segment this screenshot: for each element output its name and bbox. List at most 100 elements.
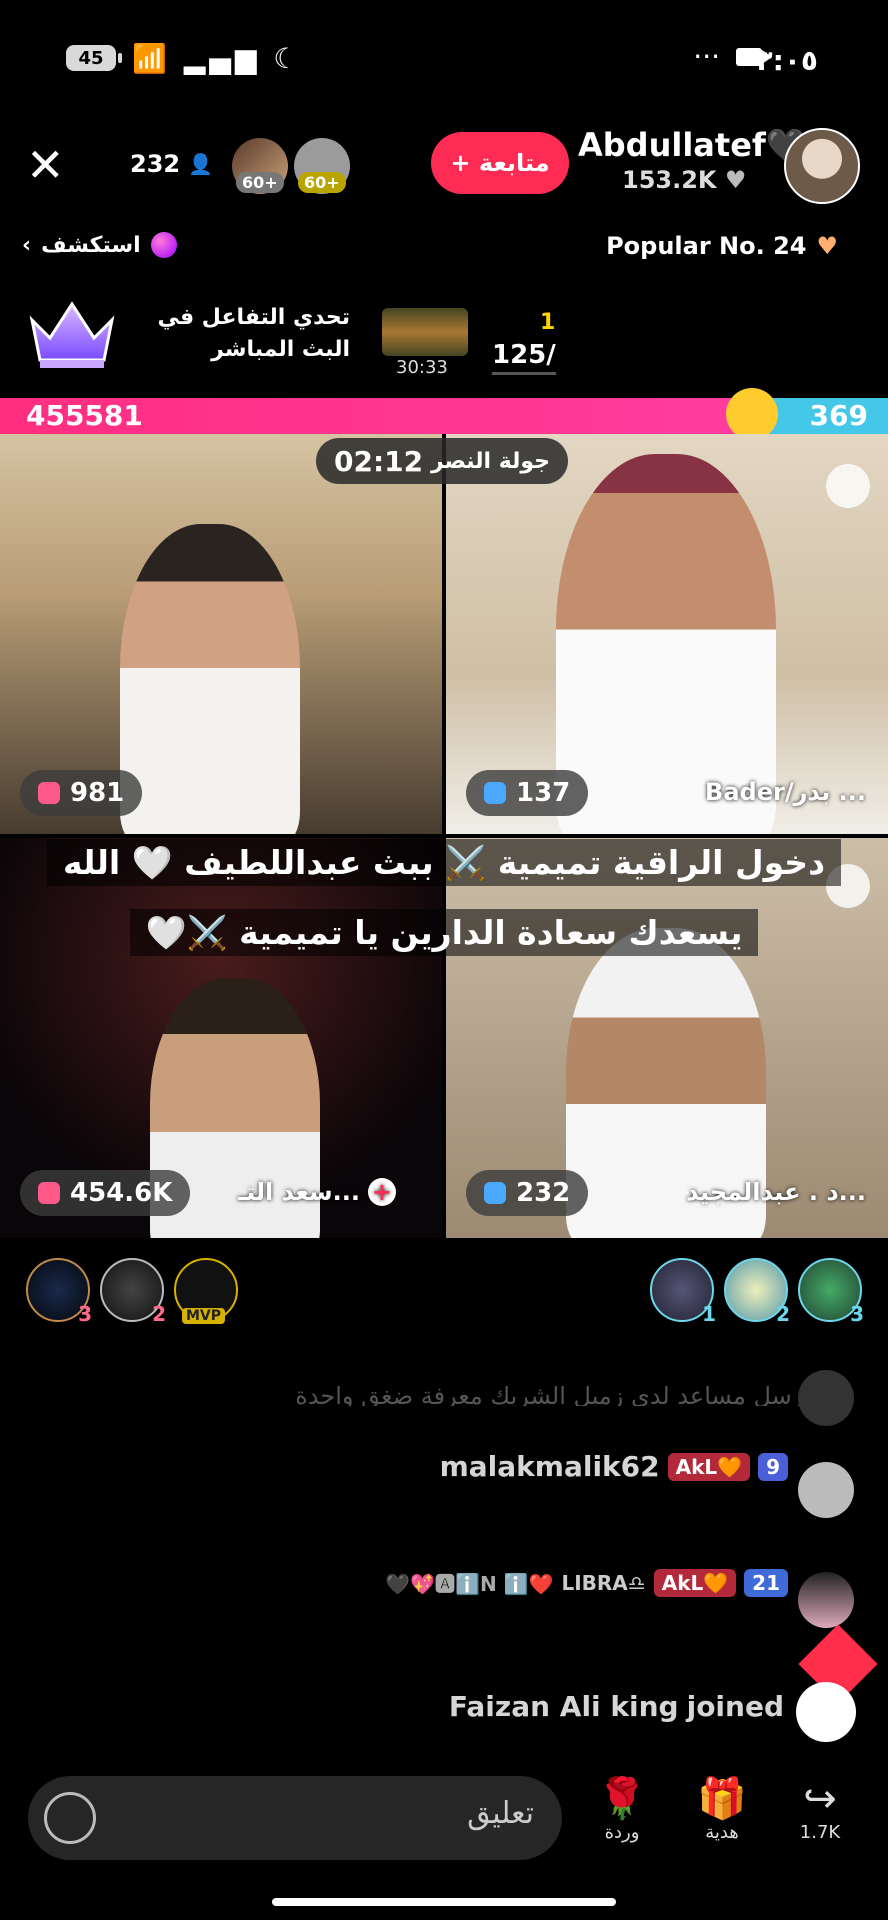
guest-name-row[interactable]: سعد التـ... + <box>238 1178 396 1206</box>
host-name[interactable]: Abdullatef🖤 <box>578 126 806 164</box>
comment-avatar[interactable] <box>798 1572 854 1628</box>
guest-score: 981 <box>70 778 125 808</box>
guest-video <box>120 524 300 834</box>
heart-icon: ♥ <box>724 166 747 194</box>
guest-score: 137 <box>516 778 571 808</box>
popular-rank[interactable]: Popular No. 24 ♥ <box>606 232 838 260</box>
rank-avatar[interactable]: 2 <box>724 1258 790 1326</box>
comment-row[interactable]: malakmalik62 AkL🧡 9 <box>440 1450 788 1483</box>
joined-user: Faizan Ali king <box>448 1690 679 1723</box>
host-avatar[interactable] <box>784 128 860 204</box>
challenge-count-total: 125/ <box>492 340 556 375</box>
rank-avatar[interactable]: 2 <box>100 1258 166 1326</box>
joined-text: joined <box>686 1690 784 1723</box>
explore-button[interactable]: ‹ استكشف <box>22 232 177 258</box>
rank-avatar[interactable]: 3 <box>798 1258 864 1326</box>
challenge-image <box>382 308 468 356</box>
comment-user: LIBRA♎ <box>561 1570 646 1595</box>
rank-number: 2 <box>776 1302 790 1326</box>
close-button[interactable]: ✕ <box>26 142 65 188</box>
rank-number: 1 <box>702 1302 716 1326</box>
gift-label: هدية <box>705 1822 739 1843</box>
guest-score-pill: 232 <box>466 1170 589 1216</box>
follow-label: + متابعة <box>450 149 550 177</box>
comment-row[interactable]: 🖤💖🅰ℹ️N ℹ️❤️ LIBRA♎ AkL🧡 21 <box>385 1568 788 1597</box>
status-dots: ··· <box>693 40 720 73</box>
follow-button[interactable]: + متابعة <box>431 132 569 194</box>
decorated-name-icon: 🖤💖🅰ℹ️N ℹ️❤️ <box>385 1572 554 1596</box>
rank-avatar[interactable]: 3 <box>26 1258 92 1326</box>
host-likes: 153.2K ♥ <box>622 166 746 194</box>
round-badge: 02:12 جولة النصر <box>316 438 568 484</box>
comment-placeholder: تعليق <box>467 1796 534 1831</box>
level-badge-2: 60+ <box>298 172 346 193</box>
guest-cell-2[interactable]: 137 Bader/بدر ... <box>446 434 888 834</box>
comment-user: malakmalik62 <box>439 1450 660 1483</box>
rose-label: وردة <box>604 1822 640 1843</box>
comment-avatar[interactable] <box>798 1462 854 1518</box>
mvp-avatar[interactable]: MVP <box>174 1258 238 1324</box>
challenge-title[interactable]: تحدي التفاعل في البث المباشر <box>150 302 350 366</box>
guest-score-pill: 454.6K <box>20 1170 191 1216</box>
hammer-icon[interactable] <box>826 464 870 508</box>
rank-number: 3 <box>850 1302 864 1326</box>
round-time: 02:12 <box>334 444 424 478</box>
score-icon <box>38 1182 60 1204</box>
left-score: 455581 <box>0 398 736 434</box>
right-ranking: 1 2 3 <box>650 1258 864 1326</box>
fan-badge: AkL🧡 <box>653 1568 737 1597</box>
joined-row: Faizan Ali king joined <box>449 1690 784 1723</box>
faded-comment: ارسل مساعد لدى زميل الشريك معرفة ضغق واح… <box>295 1382 810 1406</box>
challenge-count-current: 1 <box>540 310 556 335</box>
share-icon: ↪ <box>803 1776 837 1822</box>
status-bar: 45 📶 ▂▄▆ ☾ ··· ٣:٠٥ <box>0 0 888 118</box>
round-label: جولة النصر <box>430 448 550 474</box>
guest-score: 454.6K <box>70 1178 173 1208</box>
add-guest-icon[interactable]: + <box>367 1178 396 1206</box>
fan-badge: AkL🧡 <box>667 1452 751 1481</box>
rose-icon: 🌹 <box>597 1776 647 1822</box>
popular-label: Popular No. 24 <box>606 232 807 260</box>
person-icon: 👤 <box>188 152 214 176</box>
rank-number: 2 <box>152 1302 166 1326</box>
rose-button[interactable]: 🌹 وردة <box>592 1776 652 1843</box>
battery-icon: 45 <box>66 45 122 71</box>
guest-name[interactable]: Bader/بدر ... <box>705 778 866 806</box>
mvp-badge: MVP <box>182 1308 226 1324</box>
score-icon <box>38 782 60 804</box>
emoji-icon[interactable] <box>44 1792 96 1844</box>
share-button[interactable]: ↪ 1.7K <box>790 1776 850 1843</box>
explore-label: استكشف <box>41 232 141 258</box>
home-indicator <box>272 1898 616 1906</box>
viewer-count[interactable]: 232 👤 <box>130 150 213 178</box>
share-count: 1.7K <box>799 1822 841 1843</box>
wave-hand-icon <box>796 1682 856 1742</box>
left-ranking: 3 2 MVP <box>26 1258 238 1326</box>
entry-overlay-text: دخول الراقية تميمية ⚔️ ببث عبداللطيف 🤍 ا… <box>20 828 868 968</box>
guest-score-pill: 981 <box>20 770 143 816</box>
guest-name[interactable]: د . عبدالمجيد... <box>686 1178 866 1206</box>
host-likes-label: 153.2K <box>622 166 717 194</box>
score-icon <box>484 1182 506 1204</box>
crown-icon[interactable] <box>26 298 118 372</box>
guest-name: سعد التـ... <box>238 1178 360 1206</box>
guest-cell-1[interactable]: 981 <box>0 434 442 834</box>
heart-icon: ♥ <box>816 232 838 260</box>
rank-avatar[interactable]: 1 <box>650 1258 716 1326</box>
gift-icon: 🎁 <box>697 1776 747 1822</box>
score-icon <box>484 782 506 804</box>
guest-score: 232 <box>516 1178 571 1208</box>
comment-avatar[interactable] <box>798 1370 854 1426</box>
guest-video <box>556 454 776 834</box>
rank-number: 3 <box>78 1302 92 1326</box>
chevron-left-icon: ‹ <box>22 232 32 258</box>
gift-button[interactable]: 🎁 هدية <box>690 1776 754 1843</box>
overlay-line-2: يسعدك سعادة الدارين يا تميمية ⚔️🤍 <box>129 909 759 956</box>
signal-icons: 📶 ▂▄▆ ☾ <box>132 42 303 75</box>
challenge-timer: 30:33 <box>396 357 448 378</box>
level-badge-1: 60+ <box>236 172 284 193</box>
level-badge: 21 <box>744 1568 788 1597</box>
sunglasses-emoji-icon <box>726 388 778 440</box>
viewer-count-label: 232 <box>130 150 181 178</box>
explore-ball-icon <box>150 232 177 258</box>
